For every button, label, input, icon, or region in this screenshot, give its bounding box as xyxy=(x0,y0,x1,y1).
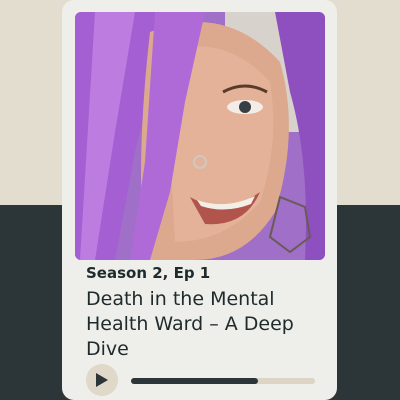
episode-label: Season 2, Ep 1 xyxy=(86,264,211,282)
play-icon xyxy=(96,373,108,387)
play-button[interactable] xyxy=(86,364,118,396)
podcast-card: Season 2, Ep 1 Death in the Mental Healt… xyxy=(62,0,337,400)
episode-cover-image xyxy=(75,12,325,260)
progress-fill xyxy=(131,378,258,384)
progress-bar[interactable] xyxy=(131,378,315,384)
episode-title: Death in the Mental Health Ward – A Deep… xyxy=(86,288,294,360)
